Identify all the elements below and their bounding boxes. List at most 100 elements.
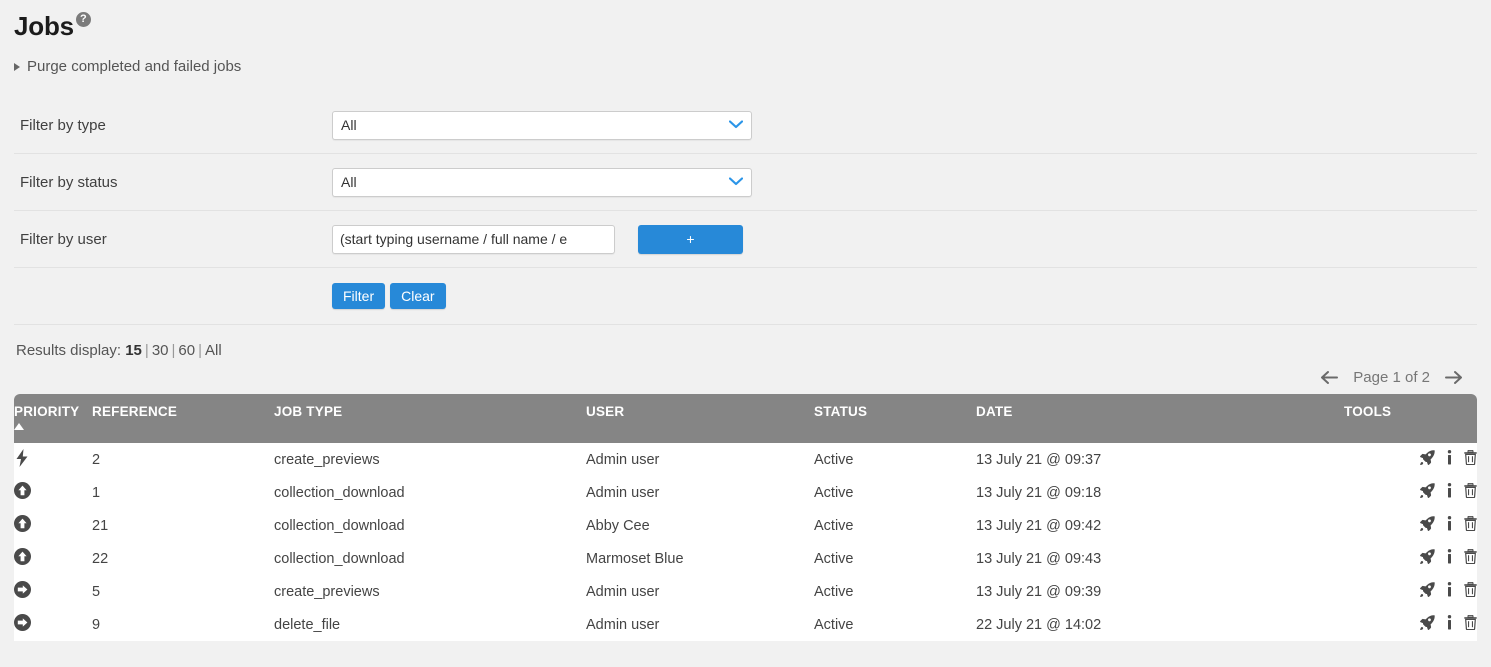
- table-row[interactable]: 22 collection_download Marmoset Blue Active…: [14, 542, 1477, 575]
- results-option-all[interactable]: All: [205, 342, 222, 359]
- pagination: Page 1 of 2: [14, 369, 1477, 386]
- cell-user: Marmoset Blue: [586, 542, 814, 575]
- results-option-30[interactable]: 30: [152, 342, 169, 359]
- filter-panel: Filter by type All Filter by status All: [14, 97, 1477, 325]
- cell-job-type: collection_download: [274, 476, 586, 509]
- column-header-job-type[interactable]: JOB TYPE: [274, 394, 586, 443]
- rocket-icon[interactable]: [1420, 483, 1435, 502]
- jobs-page: Jobs ? Purge completed and failed jobs F…: [0, 0, 1491, 667]
- sort-ascending-icon: [14, 423, 24, 430]
- filter-button[interactable]: Filter: [332, 283, 386, 309]
- results-separator: |: [171, 342, 176, 359]
- jobs-table-body: 2 create_previews Admin user Active 13 July …: [14, 443, 1477, 641]
- info-icon[interactable]: [1446, 582, 1453, 601]
- cell-status: Active: [814, 443, 976, 476]
- cell-status: Active: [814, 608, 976, 641]
- filter-row-status: Filter by status All: [14, 154, 1477, 211]
- column-header-user[interactable]: USER: [586, 394, 814, 443]
- cell-tools: [1344, 542, 1477, 575]
- cell-user: Admin user: [586, 443, 814, 476]
- cell-priority: [14, 443, 92, 476]
- question-mark-icon[interactable]: ?: [75, 12, 91, 27]
- cell-user: Admin user: [586, 575, 814, 608]
- filter-type-label: Filter by type: [20, 116, 106, 134]
- cell-reference: 22: [92, 542, 274, 575]
- info-icon[interactable]: [1446, 615, 1453, 634]
- arrow-up-circle-icon: [14, 515, 31, 536]
- cell-reference: 21: [92, 509, 274, 542]
- trash-icon[interactable]: [1464, 482, 1477, 502]
- rocket-icon[interactable]: [1420, 549, 1435, 568]
- cell-status: Active: [814, 509, 976, 542]
- filter-user-label: Filter by user: [20, 230, 107, 248]
- column-header-priority[interactable]: PRIORITY: [14, 394, 92, 443]
- trash-icon[interactable]: [1464, 581, 1477, 601]
- lightning-bolt-icon: [14, 448, 30, 471]
- purge-jobs-toggle[interactable]: Purge completed and failed jobs: [14, 58, 1477, 75]
- table-header-row: PRIORITY REFERENCE JOB TYPE USER STATUS …: [14, 394, 1477, 443]
- cell-user: Admin user: [586, 476, 814, 509]
- pagination-label: Page 1 of 2: [1353, 369, 1430, 386]
- arrow-left-icon[interactable]: [1320, 370, 1340, 385]
- cell-date: 13 July 21 @ 09:18: [976, 476, 1344, 509]
- rocket-icon[interactable]: [1420, 615, 1435, 634]
- results-separator: |: [198, 342, 202, 359]
- filter-actions: Filter Clear: [14, 268, 1477, 325]
- info-icon[interactable]: [1446, 450, 1453, 469]
- trash-icon[interactable]: [1464, 449, 1477, 469]
- trash-icon[interactable]: [1464, 614, 1477, 634]
- cell-job-type: create_previews: [274, 575, 586, 608]
- table-row[interactable]: 5 create_previews Admin user Active 13 July …: [14, 575, 1477, 608]
- cell-date: 13 July 21 @ 09:43: [976, 542, 1344, 575]
- add-user-button[interactable]: +: [638, 224, 743, 254]
- cell-tools: [1344, 476, 1477, 509]
- cell-status: Active: [814, 476, 976, 509]
- column-header-reference[interactable]: REFERENCE: [92, 394, 274, 443]
- filter-status-control: All: [332, 167, 752, 197]
- trash-icon[interactable]: [1464, 548, 1477, 568]
- filter-user-input[interactable]: [332, 224, 615, 254]
- table-row[interactable]: 9 delete_file Admin user Active 22 July 21 @…: [14, 608, 1477, 641]
- filter-row-user: Filter by user +: [14, 211, 1477, 268]
- cell-priority: [14, 509, 92, 542]
- cell-user: Admin user: [586, 608, 814, 641]
- arrow-right-circle-icon: [14, 581, 31, 602]
- cell-date: 22 July 21 @ 14:02: [976, 608, 1344, 641]
- results-option-15[interactable]: 15: [125, 342, 142, 359]
- cell-tools: [1344, 608, 1477, 641]
- cell-job-type: collection_download: [274, 542, 586, 575]
- cell-job-type: collection_download: [274, 509, 586, 542]
- info-icon[interactable]: [1446, 516, 1453, 535]
- cell-priority: [14, 542, 92, 575]
- table-row[interactable]: 21 collection_download Abby Cee Active 13 Ju…: [14, 509, 1477, 542]
- column-header-status[interactable]: STATUS: [814, 394, 976, 443]
- arrow-up-circle-icon: [14, 482, 31, 503]
- cell-reference: 5: [92, 575, 274, 608]
- results-option-60[interactable]: 60: [178, 342, 195, 359]
- arrow-right-icon[interactable]: [1443, 370, 1463, 385]
- purge-jobs-label: Purge completed and failed jobs: [27, 58, 242, 75]
- rocket-icon[interactable]: [1420, 516, 1435, 535]
- column-header-priority-label: PRIORITY: [14, 404, 80, 419]
- cell-priority: [14, 608, 92, 641]
- trash-icon[interactable]: [1464, 515, 1477, 535]
- cell-user: Abby Cee: [586, 509, 814, 542]
- info-icon[interactable]: [1446, 549, 1453, 568]
- rocket-icon[interactable]: [1420, 582, 1435, 601]
- page-header: Jobs ?: [14, 0, 1477, 42]
- filter-status-select[interactable]: All: [332, 167, 752, 197]
- table-row[interactable]: 1 collection_download Admin user Active 13 J…: [14, 476, 1477, 509]
- cell-job-type: delete_file: [274, 608, 586, 641]
- cell-tools: [1344, 443, 1477, 476]
- column-header-date[interactable]: DATE: [976, 394, 1344, 443]
- arrow-right-circle-icon: [14, 614, 31, 635]
- cell-tools: [1344, 575, 1477, 608]
- info-icon[interactable]: [1446, 483, 1453, 502]
- arrow-up-circle-icon: [14, 548, 31, 569]
- table-row[interactable]: 2 create_previews Admin user Active 13 July …: [14, 443, 1477, 476]
- rocket-icon[interactable]: [1420, 450, 1435, 469]
- cell-status: Active: [814, 575, 976, 608]
- filter-type-select[interactable]: All: [332, 110, 752, 140]
- filter-row-type: Filter by type All: [14, 97, 1477, 154]
- clear-button[interactable]: Clear: [390, 283, 446, 309]
